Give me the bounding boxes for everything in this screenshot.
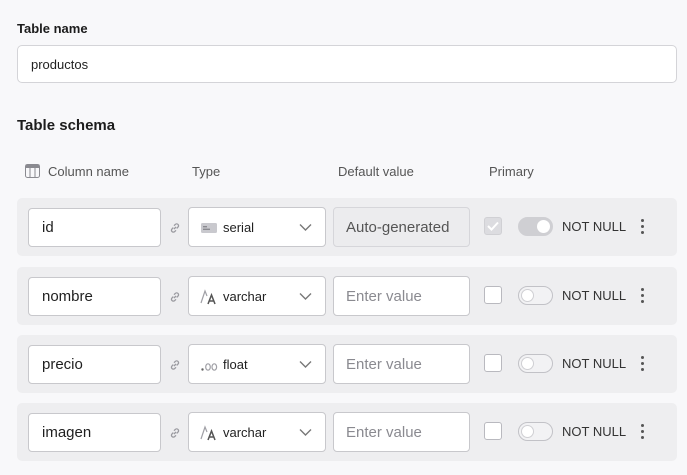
chevron-down-icon — [299, 224, 312, 231]
schema-row-nombre: varchar NOT NULL — [17, 267, 677, 325]
schema-row-imagen: varchar NOT NULL — [17, 403, 677, 461]
column-name-input[interactable] — [28, 413, 161, 452]
table-name-label: Table name — [17, 21, 88, 36]
link-icon[interactable] — [169, 427, 181, 439]
column-name-header: Column name — [48, 164, 129, 179]
not-null-label: NOT NULL — [562, 356, 627, 371]
schema-row-id: serial NOT NULL — [17, 198, 677, 256]
link-icon[interactable] — [169, 359, 181, 371]
table-icon — [25, 164, 40, 178]
link-icon[interactable] — [169, 291, 181, 303]
table-schema-title: Table schema — [17, 117, 116, 134]
not-null-label: NOT NULL — [562, 219, 627, 234]
default-value-input[interactable] — [333, 276, 470, 316]
text-type-icon — [200, 289, 216, 305]
primary-checkbox[interactable] — [484, 422, 502, 440]
type-select[interactable]: serial — [188, 207, 326, 247]
table-name-input[interactable] — [17, 45, 677, 83]
more-options-icon[interactable] — [639, 219, 645, 235]
type-label: varchar — [223, 289, 267, 304]
type-select[interactable]: float — [188, 344, 326, 384]
primary-header: Primary — [489, 164, 534, 179]
not-null-toggle[interactable] — [518, 422, 553, 441]
type-label: varchar — [223, 425, 267, 440]
default-value-header: Default value — [338, 164, 414, 179]
check-icon — [487, 221, 499, 231]
column-name-input[interactable] — [28, 208, 161, 247]
link-icon[interactable] — [169, 222, 181, 234]
not-null-label: NOT NULL — [562, 288, 627, 303]
column-name-input[interactable] — [28, 277, 161, 316]
default-value-input[interactable] — [333, 412, 470, 452]
primary-checkbox[interactable] — [484, 286, 502, 304]
decimal-icon — [201, 363, 218, 371]
more-options-icon[interactable] — [639, 288, 645, 304]
chevron-down-icon — [299, 429, 312, 436]
primary-checkbox[interactable] — [484, 354, 502, 372]
primary-checkbox[interactable] — [484, 217, 502, 235]
type-label: serial — [223, 220, 255, 235]
not-null-toggle[interactable] — [518, 217, 553, 236]
text-type-icon — [200, 425, 216, 441]
not-null-toggle[interactable] — [518, 354, 553, 373]
not-null-toggle[interactable] — [518, 286, 553, 305]
type-select[interactable]: varchar — [188, 412, 326, 452]
column-name-input[interactable] — [28, 345, 161, 384]
type-select[interactable]: varchar — [188, 276, 326, 316]
chevron-down-icon — [299, 361, 312, 368]
type-label: float — [223, 357, 248, 372]
more-options-icon[interactable] — [639, 424, 645, 440]
default-value-input[interactable] — [333, 344, 470, 384]
type-header: Type — [192, 164, 221, 179]
serial-icon — [201, 223, 217, 233]
schema-row-precio: float NOT NULL — [17, 335, 677, 393]
chevron-down-icon — [299, 293, 312, 300]
default-value-input — [333, 207, 470, 247]
not-null-label: NOT NULL — [562, 424, 627, 439]
more-options-icon[interactable] — [639, 356, 645, 372]
